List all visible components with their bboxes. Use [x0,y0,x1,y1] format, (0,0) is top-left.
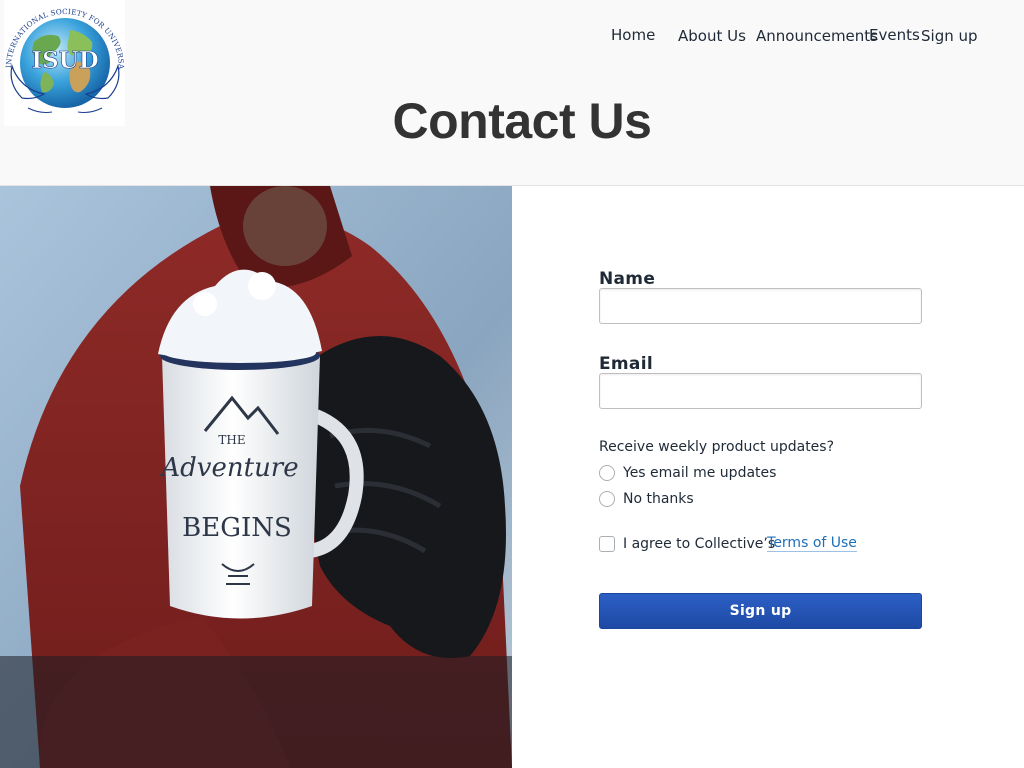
radio-yes-label: Yes email me updates [623,465,777,481]
site-header: INTERNATIONAL SOCIETY FOR UNIVERSAL DIAL… [0,0,1024,186]
radio-no-thanks[interactable]: No thanks [599,491,694,507]
checkbox-icon[interactable] [599,535,615,552]
terms-of-use-link[interactable]: Terms of Use [767,535,857,552]
page-title: Contact Us [392,93,652,149]
radio-no-label: No thanks [623,491,694,507]
nav-announcements[interactable]: Announcements [756,27,878,45]
radio-icon[interactable] [599,491,615,507]
logo-acronym: ISUD [31,47,98,74]
name-input[interactable] [599,288,922,324]
name-label: Name [599,269,656,289]
hero-image: THE Adventure BEGINS [0,186,512,768]
email-label: Email [599,354,653,374]
radio-yes-updates[interactable]: Yes email me updates [599,465,776,481]
nav-home[interactable]: Home [611,26,655,44]
mug-text-begins: BEGINS [182,513,292,543]
sign-up-button[interactable]: Sign up [599,593,922,629]
email-input[interactable] [599,373,922,409]
terms-agreement: I agree to Collective’s Terms of Use [599,535,857,552]
updates-question: Receive weekly product updates? [599,439,835,455]
mug-text-the: THE [218,433,245,447]
nav-about-us[interactable]: About Us [678,27,746,45]
signup-form: Name Email Receive weekly product update… [599,186,922,768]
radio-icon[interactable] [599,465,615,481]
nav-sign-up[interactable]: Sign up [921,27,978,45]
mug-text-adventure: Adventure [159,453,298,483]
terms-text: I agree to Collective’s [623,535,776,552]
nav-events[interactable]: Events [869,26,920,44]
